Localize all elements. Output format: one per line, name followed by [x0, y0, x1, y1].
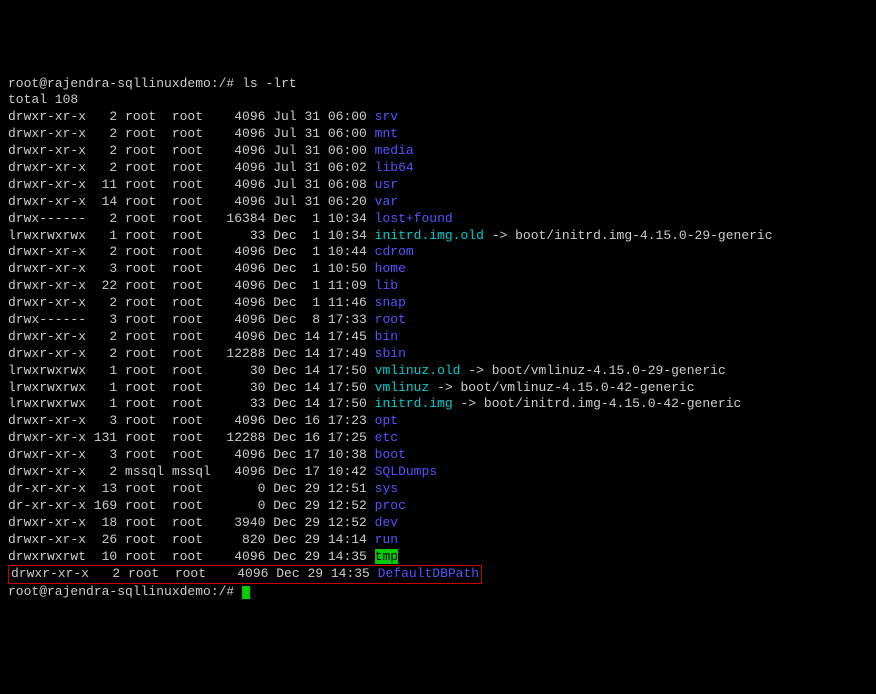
listing-row: drwxr-xr-x 3 root root 4096 Dec 16 17:23… [8, 413, 868, 430]
listing-row: drwxr-xr-x 11 root root 4096 Jul 31 06:0… [8, 177, 868, 194]
file-name: home [375, 261, 406, 276]
listing-row: drwxr-xr-x 26 root root 820 Dec 29 14:14… [8, 532, 868, 549]
file-name: tmp [375, 549, 398, 564]
file-name: sys [375, 481, 398, 496]
listing-row: lrwxrwxrwx 1 root root 33 Dec 14 17:50 i… [8, 396, 868, 413]
file-name: root [375, 312, 406, 327]
listing-row: drwxr-xr-x 22 root root 4096 Dec 1 11:09… [8, 278, 868, 295]
listing-row: drwx------ 2 root root 16384 Dec 1 10:34… [8, 211, 868, 228]
shell-prompt: root@rajendra-sqllinuxdemo:/# [8, 584, 234, 599]
file-name: etc [375, 430, 398, 445]
listing-row: drwxr-xr-x 2 root root 4096 Jul 31 06:00… [8, 143, 868, 160]
terminal-output[interactable]: root@rajendra-sqllinuxdemo:/# ls -lrttot… [8, 76, 868, 602]
listing-row-highlighted: drwxr-xr-x 2 root root 4096 Dec 29 14:35… [8, 565, 868, 584]
file-name: cdrom [375, 244, 414, 259]
file-name: bin [375, 329, 398, 344]
listing-row: drwxr-xr-x 2 mssql mssql 4096 Dec 17 10:… [8, 464, 868, 481]
listing-row: drwxr-xr-x 2 root root 4096 Jul 31 06:00… [8, 126, 868, 143]
file-name: usr [375, 177, 398, 192]
listing-row: lrwxrwxrwx 1 root root 33 Dec 1 10:34 in… [8, 228, 868, 245]
file-name: vmlinuz [375, 380, 430, 395]
shell-prompt: root@rajendra-sqllinuxdemo:/# [8, 76, 234, 91]
listing-row: drwxr-xr-x 2 root root 4096 Dec 14 17:45… [8, 329, 868, 346]
listing-row: drwxr-xr-x 3 root root 4096 Dec 1 10:50 … [8, 261, 868, 278]
prompt-line: root@rajendra-sqllinuxdemo:/# [8, 584, 868, 601]
file-name: lost+found [375, 211, 453, 226]
listing-row: dr-xr-xr-x 13 root root 0 Dec 29 12:51 s… [8, 481, 868, 498]
listing-row: drwxr-xr-x 131 root root 12288 Dec 16 17… [8, 430, 868, 447]
file-name: opt [375, 413, 398, 428]
file-name: snap [375, 295, 406, 310]
listing-row: drwx------ 3 root root 4096 Dec 8 17:33 … [8, 312, 868, 329]
listing-row: drwxr-xr-x 2 root root 4096 Jul 31 06:00… [8, 109, 868, 126]
file-name: mnt [375, 126, 398, 141]
listing-row: drwxr-xr-x 3 root root 4096 Dec 17 10:38… [8, 447, 868, 464]
prompt-line: root@rajendra-sqllinuxdemo:/# ls -lrt [8, 76, 868, 93]
listing-row: lrwxrwxrwx 1 root root 30 Dec 14 17:50 v… [8, 363, 868, 380]
listing-row: lrwxrwxrwx 1 root root 30 Dec 14 17:50 v… [8, 380, 868, 397]
file-name: initrd.img.old [375, 228, 484, 243]
listing-row: dr-xr-xr-x 169 root root 0 Dec 29 12:52 … [8, 498, 868, 515]
cursor [242, 586, 250, 599]
file-name: initrd.img [375, 396, 453, 411]
file-name: srv [375, 109, 398, 124]
file-name: dev [375, 515, 398, 530]
file-name: DefaultDBPath [378, 566, 479, 581]
listing-row: drwxr-xr-x 2 root root 4096 Dec 1 11:46 … [8, 295, 868, 312]
file-name: run [375, 532, 398, 547]
file-name: media [375, 143, 414, 158]
listing-row: drwxr-xr-x 14 root root 4096 Jul 31 06:2… [8, 194, 868, 211]
listing-row: drwxr-xr-x 18 root root 3940 Dec 29 12:5… [8, 515, 868, 532]
file-name: sbin [375, 346, 406, 361]
file-name: lib [375, 278, 398, 293]
file-name: vmlinuz.old [375, 363, 461, 378]
command-text: ls -lrt [242, 76, 297, 91]
file-name: var [375, 194, 398, 209]
listing-row: drwxr-xr-x 2 root root 4096 Dec 1 10:44 … [8, 244, 868, 261]
listing-row: drwxrwxrwt 10 root root 4096 Dec 29 14:3… [8, 549, 868, 566]
total-line: total 108 [8, 92, 868, 109]
file-name: lib64 [375, 160, 414, 175]
file-name: SQLDumps [375, 464, 437, 479]
file-name: boot [375, 447, 406, 462]
listing-row: drwxr-xr-x 2 root root 12288 Dec 14 17:4… [8, 346, 868, 363]
listing-row: drwxr-xr-x 2 root root 4096 Jul 31 06:02… [8, 160, 868, 177]
